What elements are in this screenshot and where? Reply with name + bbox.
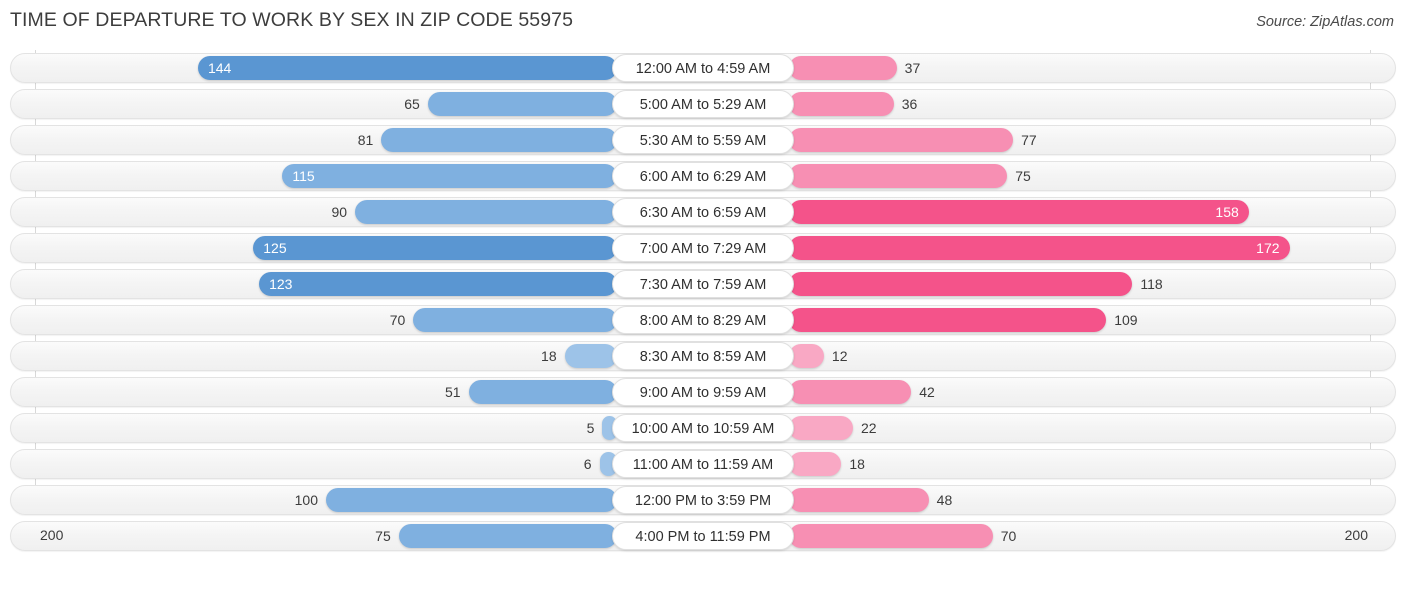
bar-female[interactable]	[789, 164, 1008, 188]
bar-value-male: 90	[331, 204, 348, 220]
bar-value-male: 65	[404, 96, 420, 112]
bar-male[interactable]	[427, 92, 617, 116]
category-label: 5:30 AM to 5:59 AM	[612, 126, 794, 154]
bar-value-male: 70	[389, 312, 406, 328]
category-label: 7:30 AM to 7:59 AM	[612, 270, 794, 298]
bar-male[interactable]	[326, 488, 617, 512]
bar-value-female: 77	[1021, 132, 1037, 148]
bar-female[interactable]	[789, 416, 854, 440]
bar-female[interactable]	[789, 308, 1107, 332]
bar-male[interactable]	[564, 344, 617, 368]
category-label: 4:00 PM to 11:59 PM	[612, 522, 794, 550]
bar-male[interactable]	[413, 308, 617, 332]
bar-female[interactable]	[789, 56, 897, 80]
bar-value-male: 100	[294, 492, 318, 508]
bar-value-male: 123	[269, 276, 293, 292]
bar-row: 51 42 9:00 AM to 9:59 AM	[0, 374, 1406, 410]
bar-value-female: 109	[1114, 312, 1138, 328]
bar-value-male: 125	[263, 240, 287, 256]
source-attribution: Source: ZipAtlas.com	[1256, 14, 1394, 30]
category-label: 6:30 AM to 6:59 AM	[612, 198, 794, 226]
bar-value-female: 158	[1215, 204, 1239, 220]
bar-row: 115 75 6:00 AM to 6:29 AM	[0, 158, 1406, 194]
bar-male[interactable]	[355, 200, 617, 224]
category-label: 8:00 AM to 8:29 AM	[612, 306, 794, 334]
bar-value-female: 118	[1140, 276, 1163, 292]
bar-female[interactable]	[789, 200, 1249, 224]
bar-row: 90 158 6:30 AM to 6:59 AM	[0, 194, 1406, 230]
category-label: 11:00 AM to 11:59 AM	[612, 450, 794, 478]
bar-value-female: 42	[919, 384, 935, 400]
bar-female[interactable]	[789, 488, 929, 512]
bar-value-female: 12	[831, 348, 848, 364]
bar-value-male: 81	[357, 132, 374, 148]
bar-female[interactable]	[789, 452, 842, 476]
bar-value-female: 18	[849, 456, 865, 472]
bar-value-male: 51	[445, 384, 461, 400]
bar-value-female: 172	[1256, 240, 1280, 256]
bar-value-male: 5	[586, 420, 595, 436]
bar-female[interactable]	[789, 92, 894, 116]
bar-row: 123 118 7:30 AM to 7:59 AM	[0, 266, 1406, 302]
bar-male[interactable]	[468, 380, 617, 404]
bar-value-male: 115	[292, 168, 315, 184]
category-label: 10:00 AM to 10:59 AM	[612, 414, 794, 442]
bar-row: 81 77 5:30 AM to 5:59 AM	[0, 122, 1406, 158]
category-label: 5:00 AM to 5:29 AM	[612, 90, 794, 118]
bar-row: 100 48 12:00 PM to 3:59 PM	[0, 482, 1406, 518]
bar-female[interactable]	[789, 236, 1290, 260]
bar-value-male: 18	[541, 348, 557, 364]
category-label: 7:00 AM to 7:29 AM	[612, 234, 794, 262]
bar-row: 70 109 8:00 AM to 8:29 AM	[0, 302, 1406, 338]
bar-female[interactable]	[789, 344, 824, 368]
chart-page: TIME OF DEPARTURE TO WORK BY SEX IN ZIP …	[0, 0, 1406, 595]
bar-female[interactable]	[789, 128, 1014, 152]
bar-row: 6 18 11:00 AM to 11:59 AM	[0, 446, 1406, 482]
page-title: TIME OF DEPARTURE TO WORK BY SEX IN ZIP …	[10, 9, 574, 31]
bar-female[interactable]	[789, 380, 912, 404]
bar-value-female: 48	[936, 492, 953, 508]
bar-row: 144 37 12:00 AM to 4:59 AM	[0, 50, 1406, 86]
bar-male[interactable]	[381, 128, 617, 152]
category-label: 9:00 AM to 9:59 AM	[612, 378, 794, 406]
bar-value-male: 144	[207, 60, 232, 76]
bar-value-male: 6	[583, 456, 592, 472]
bar-value-female: 36	[901, 96, 918, 112]
bar-value-female: 22	[861, 420, 877, 436]
bar-row: 5 22 10:00 AM to 10:59 AM	[0, 410, 1406, 446]
bar-rows: 144 37 12:00 AM to 4:59 AM 65 36 5:00 AM to 5…	[0, 50, 1406, 554]
category-label: 8:30 AM to 8:59 AM	[612, 342, 794, 370]
category-label: 12:00 PM to 3:59 PM	[612, 486, 794, 514]
bar-row: 125 172 7:00 AM to 7:29 AM	[0, 230, 1406, 266]
bar-row: 65 36 5:00 AM to 5:29 AM	[0, 86, 1406, 122]
plot-area: 144 37 12:00 AM to 4:59 AM 65 36 5:00 AM to 5…	[0, 50, 1406, 555]
bar-row: 18 12 8:30 AM to 8:59 AM	[0, 338, 1406, 374]
bar-female[interactable]	[789, 272, 1133, 296]
bar-value-female: 37	[904, 60, 921, 76]
category-label: 6:00 AM to 6:29 AM	[612, 162, 794, 190]
bar-value-female: 75	[1015, 168, 1031, 184]
category-label: 12:00 AM to 4:59 AM	[612, 54, 794, 82]
